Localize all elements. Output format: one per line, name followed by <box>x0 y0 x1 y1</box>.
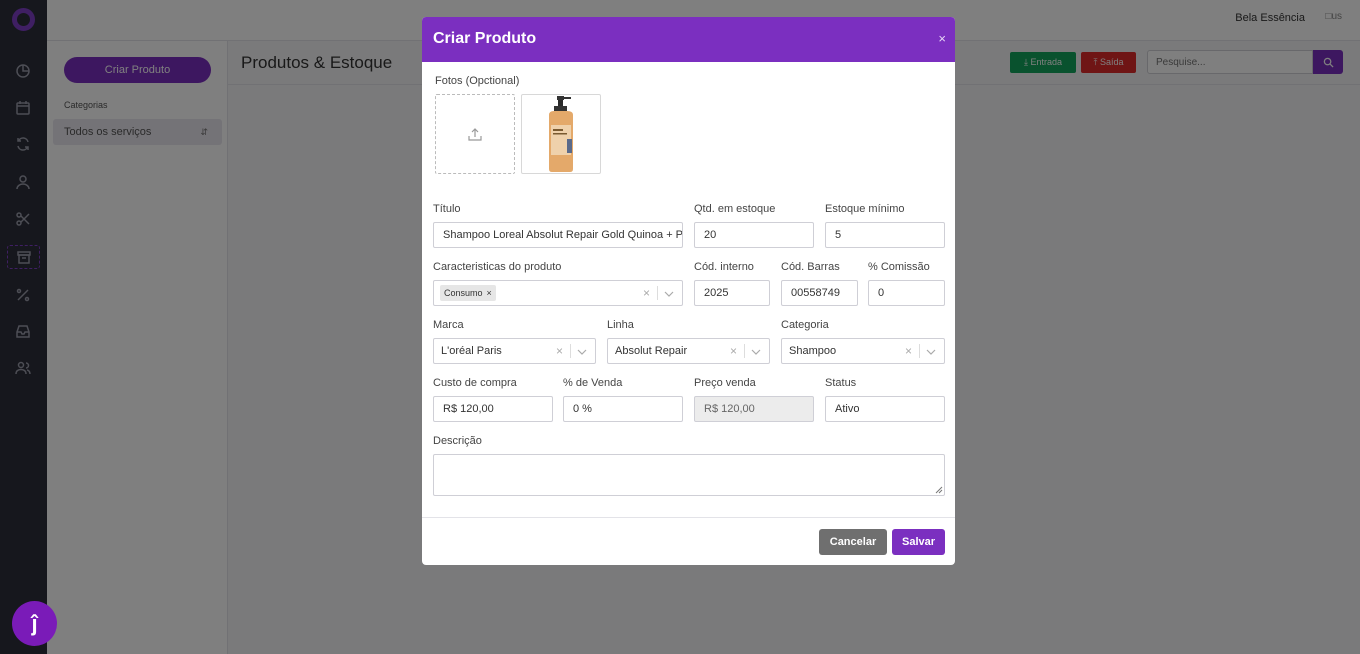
qtd-estoque-label: Qtd. em estoque <box>694 203 776 215</box>
descricao-textarea[interactable] <box>433 454 945 496</box>
create-product-modal: Criar Produto × Fotos (Opctional) Título… <box>422 17 955 565</box>
marca-value: L'oréal Paris <box>441 345 502 357</box>
percent-venda-input[interactable]: 0 % <box>563 396 683 422</box>
caracteristicas-label: Caracteristicas do produto <box>433 261 562 273</box>
clear-icon[interactable]: × <box>643 281 650 305</box>
estoque-minimo-input[interactable]: 5 <box>825 222 945 248</box>
photo-upload-button[interactable] <box>435 94 515 174</box>
percent-venda-label: % de Venda <box>563 377 623 389</box>
clear-icon[interactable]: × <box>556 339 563 363</box>
chevron-down-icon[interactable] <box>664 289 674 299</box>
cancel-button[interactable]: Cancelar <box>819 529 887 555</box>
select-separator <box>570 344 571 358</box>
modal-header: Criar Produto × <box>422 17 955 62</box>
titulo-label: Título <box>433 203 461 215</box>
modal-footer-divider <box>422 517 955 518</box>
modal-title: Criar Produto <box>433 30 537 47</box>
close-icon[interactable]: × <box>938 31 946 46</box>
save-button[interactable]: Salvar <box>892 529 945 555</box>
preco-venda-label: Preço venda <box>694 377 756 389</box>
select-separator <box>919 344 920 358</box>
resize-handle-icon[interactable] <box>935 486 943 494</box>
cod-interno-label: Cód. interno <box>694 261 754 273</box>
help-chat-button[interactable]: ĵ <box>12 601 57 646</box>
clear-icon[interactable]: × <box>730 339 737 363</box>
categoria-value: Shampoo <box>789 345 837 357</box>
preco-venda-input: R$ 120,00 <box>694 396 814 422</box>
select-separator <box>744 344 745 358</box>
status-label: Status <box>825 377 857 389</box>
shampoo-bottle-image <box>549 96 573 172</box>
marca-select[interactable]: L'oréal Paris × <box>433 338 596 364</box>
custo-compra-input[interactable]: R$ 120,00 <box>433 396 553 422</box>
tag-chip: Consumo × <box>440 285 496 301</box>
linha-value: Absolut Repair <box>615 345 688 357</box>
chip-remove-icon[interactable]: × <box>487 288 492 298</box>
categoria-label: Categoria <box>781 319 829 331</box>
status-input[interactable]: Ativo <box>825 396 945 422</box>
caracteristicas-select[interactable]: Consumo × × <box>433 280 683 306</box>
comissao-input[interactable]: 0 <box>868 280 945 306</box>
estoque-minimo-label: Estoque mínimo <box>825 203 905 215</box>
cod-barras-input[interactable]: 00558749 <box>781 280 858 306</box>
chevron-down-icon[interactable] <box>751 347 761 357</box>
marca-label: Marca <box>433 319 464 331</box>
chevron-down-icon[interactable] <box>577 347 587 357</box>
descricao-label: Descrição <box>433 435 482 447</box>
comissao-label: % Comissão <box>868 261 930 273</box>
product-photo-thumbnail[interactable] <box>521 94 601 174</box>
categoria-select[interactable]: Shampoo × <box>781 338 945 364</box>
tag-chip-label: Consumo <box>444 288 483 298</box>
photos-label: Fotos (Opctional) <box>435 75 520 87</box>
help-icon: ĵ <box>31 610 38 636</box>
linha-select[interactable]: Absolut Repair × <box>607 338 770 364</box>
linha-label: Linha <box>607 319 634 331</box>
custo-compra-label: Custo de compra <box>433 377 517 389</box>
qtd-estoque-input[interactable]: 20 <box>694 222 814 248</box>
select-separator <box>657 286 658 300</box>
clear-icon[interactable]: × <box>905 339 912 363</box>
cod-barras-label: Cód. Barras <box>781 261 840 273</box>
upload-icon <box>468 128 482 141</box>
titulo-input[interactable]: Shampoo Loreal Absolut Repair Gold Quino… <box>433 222 683 248</box>
cod-interno-input[interactable]: 2025 <box>694 280 770 306</box>
chevron-down-icon[interactable] <box>926 347 936 357</box>
